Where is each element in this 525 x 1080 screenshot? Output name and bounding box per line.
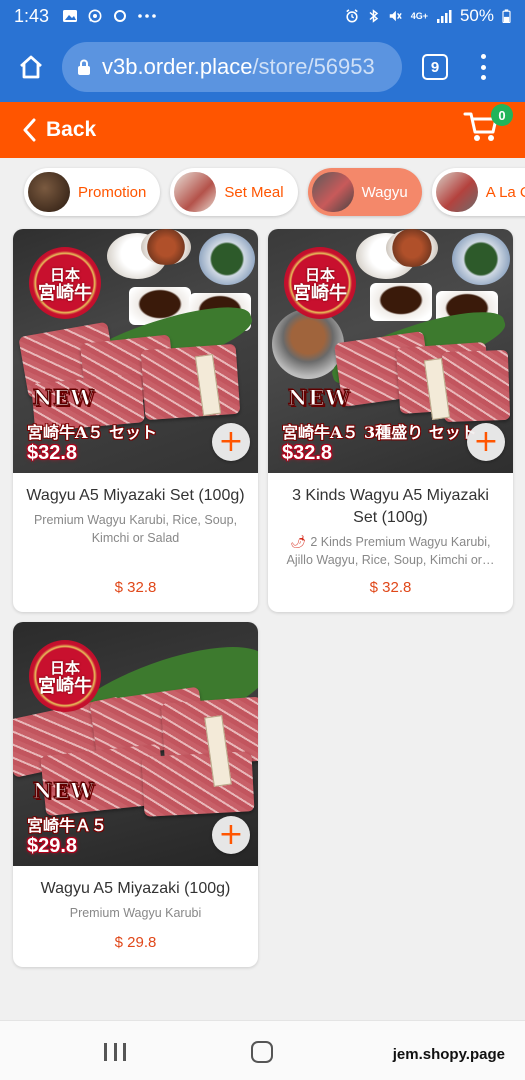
cart-count-badge: 0: [491, 104, 513, 126]
signal-icon: [436, 10, 452, 23]
address-bar[interactable]: v3b.order.place/store/56953: [62, 42, 402, 92]
circle-icon: [114, 10, 127, 22]
product-info: Wagyu A5 Miyazaki (100g) Premium Wagyu K…: [13, 866, 258, 922]
product-card[interactable]: 日本 宮崎牛 NEW 宮崎牛Ａ５ $29.8 + Wagyu A5 Miyaza…: [13, 622, 258, 967]
home-button[interactable]: [251, 1041, 273, 1063]
product-description: 🌶 2 Kinds Premium Wagyu Karubi, Ajillo Wa…: [286, 535, 495, 567]
status-right: 4G+ 50%: [344, 6, 511, 26]
category-thumbnail: [28, 172, 70, 212]
lock-icon: [78, 59, 90, 75]
tab-switcher-button[interactable]: 9: [422, 54, 448, 80]
bluetooth-icon: [369, 9, 378, 23]
watermark: jem.shopy.page: [392, 1046, 505, 1063]
product-name: 3 Kinds Wagyu A5 Miyazaki Set (100g): [292, 487, 489, 526]
product-image: 日本 宮崎牛 NEW 宮崎牛A５ 3種盛り セット $32.8 +: [268, 229, 513, 473]
image-title: 宮崎牛A５ セット: [27, 423, 157, 442]
browser-toolbar: v3b.order.place/store/56953 9: [0, 32, 525, 102]
browser-home-button[interactable]: [14, 50, 48, 84]
chili-icon: 🌶: [290, 535, 307, 549]
image-price: $32.8: [282, 442, 333, 464]
product-description: Premium Wagyu Karubi, Rice, Soup, Kimchi…: [33, 513, 238, 545]
product-name: Wagyu A5 Miyazaki Set (100g): [26, 487, 245, 504]
product-name: Wagyu A5 Miyazaki (100g): [40, 880, 231, 897]
add-to-cart-button[interactable]: +: [212, 423, 250, 461]
back-label: Back: [46, 118, 97, 141]
system-nav-bar: jem.shopy.page: [0, 1020, 525, 1080]
mute-icon: [389, 10, 402, 22]
plus-icon: +: [473, 424, 499, 459]
status-left: 1:43: [14, 6, 157, 27]
product-price: $ 32.8: [114, 579, 157, 596]
category-label: Promotion: [78, 183, 147, 201]
wagyu-seal: 日本 宮崎牛: [284, 247, 356, 319]
product-description: Premium Wagyu Karubi: [69, 906, 202, 920]
product-price: $ 29.8: [114, 934, 157, 951]
category-thumbnail: [311, 172, 354, 212]
new-badge: NEW: [288, 385, 350, 411]
category-chip-a-la-carte[interactable]: A La Carte: [431, 168, 525, 216]
new-badge: NEW: [33, 778, 95, 804]
cart-button[interactable]: 0: [463, 104, 513, 150]
product-price: $ 32.8: [369, 579, 412, 596]
more-icon: [138, 14, 156, 18]
tab-count: 9: [430, 58, 440, 76]
plus-icon: +: [218, 424, 244, 459]
product-info: 3 Kinds Wagyu A5 Miyazaki Set (100g) 🌶 2 …: [268, 473, 513, 569]
plus-icon: +: [218, 817, 244, 852]
category-chip-set-meal[interactable]: Set Meal: [170, 168, 298, 216]
product-card[interactable]: 日本 宮崎牛 NEW 宮崎牛A５ 3種盛り セット $32.8 + 3 Kind…: [268, 229, 513, 612]
status-time: 1:43: [14, 5, 50, 26]
product-image: 日本 宮崎牛 NEW 宮崎牛A５ セット $32.8 +: [13, 229, 258, 473]
battery-icon: [502, 9, 511, 23]
image-price: $29.8: [27, 835, 78, 857]
wifi-4g-icon: 4G+: [410, 10, 428, 21]
add-to-cart-button[interactable]: +: [467, 423, 505, 461]
url-host: v3b.order.place: [102, 54, 253, 79]
image-price: $32.8: [27, 442, 78, 464]
status-bar: 1:43 4G+ 50%: [0, 0, 525, 32]
category-thumbnail: [174, 172, 217, 212]
recents-button[interactable]: [104, 1043, 126, 1061]
category-chip-promotion[interactable]: Promotion: [24, 168, 161, 216]
category-chip-wagyu[interactable]: Wagyu: [307, 168, 422, 216]
product-info: Wagyu A5 Miyazaki Set (100g) Premium Wag…: [13, 473, 258, 547]
product-card[interactable]: 日本 宮崎牛 NEW 宮崎牛A５ セット $32.8 + Wagyu A5 Mi…: [13, 229, 258, 612]
category-label: A La Carte: [485, 183, 525, 201]
whatsapp-icon: [88, 9, 102, 23]
add-to-cart-button[interactable]: +: [212, 816, 250, 854]
category-label: Wagyu: [361, 183, 408, 201]
home-icon: [20, 55, 42, 79]
back-button[interactable]: Back: [22, 118, 96, 142]
category-label: Set Meal: [224, 183, 284, 201]
url-path: /store/56953: [252, 54, 375, 79]
image-title: 宮崎牛Ａ５: [27, 816, 108, 835]
image-icon: [63, 10, 78, 22]
product-image: 日本 宮崎牛 NEW 宮崎牛Ａ５ $29.8 +: [13, 622, 258, 866]
browser-menu-button[interactable]: [478, 54, 488, 80]
chevron-left-icon: [23, 118, 36, 142]
category-thumbnail: [435, 172, 478, 212]
wagyu-seal: 日本 宮崎牛: [29, 247, 101, 319]
battery-percent: 50%: [459, 6, 494, 25]
alarm-icon: [345, 9, 358, 23]
new-badge: NEW: [33, 385, 95, 411]
app-header: Back 0: [0, 102, 525, 158]
category-chips: Promotion Set Meal Wagyu A La Carte: [0, 158, 525, 226]
image-title: 宮崎牛A５ 3種盛り セット: [282, 423, 477, 442]
wagyu-seal: 日本 宮崎牛: [29, 640, 101, 712]
